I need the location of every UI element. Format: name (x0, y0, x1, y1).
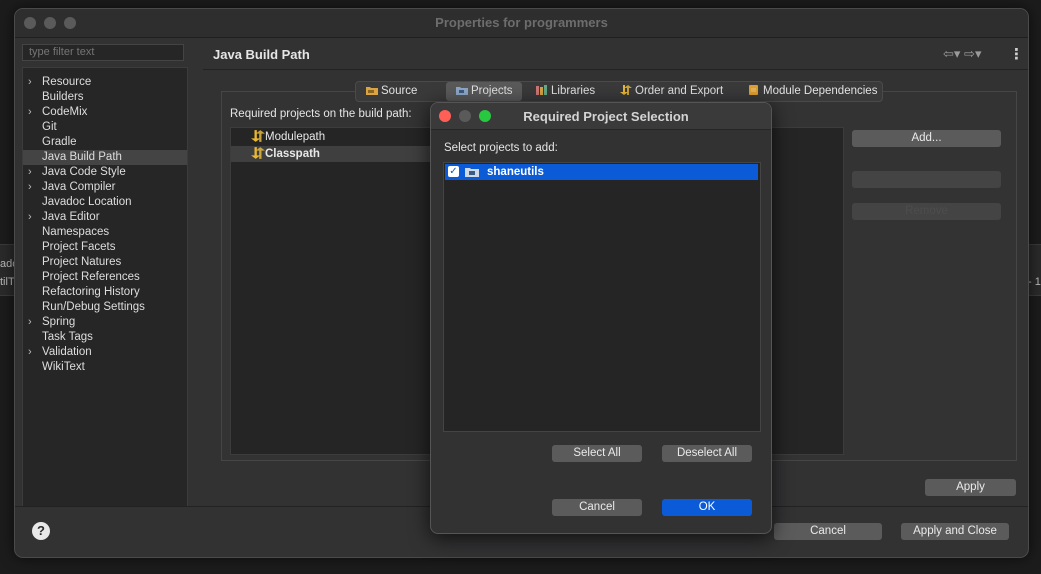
chevron-right-icon[interactable]: › (28, 105, 32, 120)
filter-input[interactable] (22, 44, 184, 61)
sidebar-item-spring[interactable]: › Spring (23, 315, 187, 330)
chevron-right-icon[interactable]: › (28, 180, 32, 195)
help-icon[interactable]: ? (32, 522, 50, 540)
libraries-icon (536, 85, 547, 95)
projects-icon (456, 87, 468, 95)
sidebar-item-builders[interactable]: Builders (23, 90, 187, 105)
sidebar-item-namespaces[interactable]: Namespaces (23, 225, 187, 240)
tab-projects[interactable]: Projects (446, 82, 522, 101)
property-pages-tree: › Resource Builders › CodeMix Git Gradle J… (22, 67, 188, 507)
view-menu-icon[interactable]: ⋮ (1009, 45, 1024, 63)
chevron-right-icon[interactable]: › (28, 345, 32, 360)
sidebar-item-git[interactable]: Git (23, 120, 187, 135)
history-navigation: ⇦▾ ⇨▾ (943, 46, 981, 62)
sidebar-item-gradle[interactable]: Gradle (23, 135, 187, 150)
apply-and-close-button[interactable]: Apply and Close (901, 523, 1009, 540)
dialog-ok-button[interactable]: OK (662, 499, 752, 516)
background-text-fragment: - 1 (1028, 276, 1041, 288)
sidebar-item-validation[interactable]: › Validation (23, 345, 187, 360)
sidebar-item-java-code-style[interactable]: › Java Code Style (23, 165, 187, 180)
sidebar-item-wikitext[interactable]: WikiText (23, 360, 187, 375)
dialog-title: Required Project Selection (523, 109, 689, 124)
tab-libraries[interactable]: Libraries (536, 82, 608, 101)
sidebar-item-resource[interactable]: › Resource (23, 75, 187, 90)
dialog-prompt: Select projects to add: (444, 142, 558, 154)
source-folder-icon (366, 87, 378, 95)
remove-button[interactable]: Remove (852, 203, 1001, 220)
page-title: Java Build Path (213, 47, 310, 62)
window-title: Properties for programmers (435, 15, 608, 30)
sidebar-item-refactoring-history[interactable]: Refactoring History (23, 285, 187, 300)
tab-order-and-export[interactable]: Order and Export (620, 82, 738, 101)
checkbox-checked-icon[interactable]: ✓ (448, 166, 459, 177)
sidebar-item-project-natures[interactable]: Project Natures (23, 255, 187, 270)
tab-source[interactable]: Source (366, 82, 428, 101)
project-checklist: ✓ shaneutils (443, 162, 761, 432)
header-divider (203, 69, 1028, 70)
order-export-icon (251, 130, 265, 142)
java-project-icon (465, 168, 479, 177)
cancel-button[interactable]: Cancel (774, 523, 882, 540)
arrow-left-icon[interactable]: ⇦▾ (943, 46, 960, 61)
sidebar-item-run-debug-settings[interactable]: Run/Debug Settings (23, 300, 187, 315)
add-button[interactable]: Add... (852, 130, 1001, 147)
sidebar-item-java-build-path[interactable]: Java Build Path (23, 150, 187, 165)
deselect-all-button[interactable]: Deselect All (662, 445, 752, 462)
arrow-right-icon[interactable]: ⇨▾ (964, 46, 981, 61)
sidebar-item-project-facets[interactable]: Project Facets (23, 240, 187, 255)
edit-button[interactable]: Edit... (852, 171, 1001, 188)
sidebar-item-task-tags[interactable]: Task Tags (23, 330, 187, 345)
chevron-right-icon[interactable]: › (28, 165, 32, 180)
order-export-icon (251, 147, 265, 159)
apply-button[interactable]: Apply (925, 479, 1016, 496)
required-project-selection-dialog: Required Project Selection Select projec… (430, 102, 772, 534)
select-all-button[interactable]: Select All (552, 445, 642, 462)
list-item-shaneutils[interactable]: ✓ shaneutils (445, 164, 758, 180)
sidebar-item-java-editor[interactable]: › Java Editor (23, 210, 187, 225)
sidebar-item-javadoc-location[interactable]: Javadoc Location (23, 195, 187, 210)
tree-item-modulepath[interactable]: Modulepath (251, 129, 325, 145)
chevron-right-icon[interactable]: › (28, 315, 32, 330)
dialog-cancel-button[interactable]: Cancel (552, 499, 642, 516)
tree-item-classpath[interactable]: Classpath (231, 146, 451, 162)
sidebar-item-java-compiler[interactable]: › Java Compiler (23, 180, 187, 195)
order-export-icon (620, 85, 632, 95)
chevron-right-icon[interactable]: › (28, 210, 32, 225)
sidebar-item-codemix[interactable]: › CodeMix (23, 105, 187, 120)
chevron-right-icon[interactable]: › (28, 75, 32, 90)
background-text-fragment: tilT (0, 276, 15, 288)
sidebar-item-project-references[interactable]: Project References (23, 270, 187, 285)
module-icon (749, 85, 758, 95)
tab-module-dependencies[interactable]: Module Dependencies (748, 82, 880, 101)
build-path-tabs: Source Projects Libraries Order and Expo… (355, 81, 883, 102)
required-projects-label: Required projects on the build path: (230, 108, 412, 120)
